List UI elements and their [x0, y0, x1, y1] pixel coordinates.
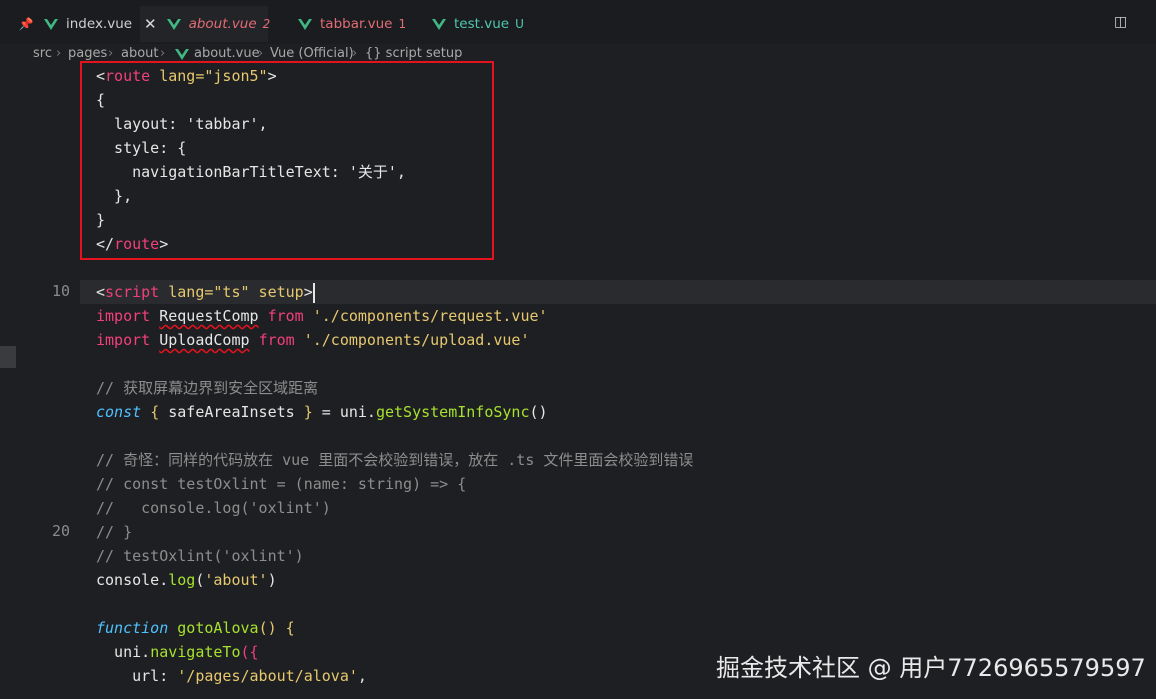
code-comment: // testOxlint('oxlint') — [96, 547, 304, 565]
close-icon[interactable]: ✕ — [144, 15, 157, 33]
code-line: import RequestComp from './components/re… — [96, 307, 548, 325]
annotation-box — [80, 61, 494, 260]
watermark: 掘金技术社区 @ 用户7726965579597 — [716, 654, 1146, 682]
split-editor-icon[interactable]: ◫ — [1114, 14, 1130, 30]
breadcrumb-about-vue[interactable]: about.vue — [194, 46, 260, 61]
vue-file-icon — [175, 49, 189, 60]
breadcrumb-src[interactable]: src — [33, 46, 52, 61]
text-cursor — [312, 282, 315, 303]
code-line: console.log('about') — [96, 571, 277, 589]
line-number: 10 — [51, 282, 70, 300]
tab-tabbar-vue[interactable]: tabbar.vue 1 — [278, 6, 408, 42]
code-line: url: '/pages/about/alova', — [96, 667, 367, 685]
tab-about-vue[interactable]: ✕ about.vue 2 — [140, 6, 270, 42]
tab-test-vue[interactable]: test.vue U — [412, 6, 532, 42]
tab-index-vue[interactable]: 📌 index.vue — [0, 6, 140, 42]
code-comment: // } — [96, 523, 133, 541]
code-comment: // const testOxlint = (name: string) => … — [96, 475, 467, 493]
gutter-change-marker — [0, 346, 16, 368]
vue-file-icon — [44, 18, 58, 30]
code-line: uni.navigateTo({ — [96, 643, 259, 661]
code-comment: // 奇怪：同样的代码放在 vue 里面不会校验到错误，放在 .ts 文件里面会… — [96, 451, 694, 469]
code-line: const { safeAreaInsets } = uni.getSystem… — [96, 403, 548, 421]
code-comment: // console.log('oxlint') — [96, 499, 331, 517]
breadcrumb-about[interactable]: about — [121, 46, 159, 61]
code-line: import UploadComp from './components/upl… — [96, 331, 530, 349]
code-line: <script lang="ts" setup> — [96, 282, 315, 303]
vue-file-icon — [432, 18, 446, 30]
vue-file-icon — [298, 18, 312, 30]
vue-file-icon — [166, 18, 181, 30]
breadcrumb-script-setup[interactable]: {} script setup — [365, 46, 462, 61]
editor-tab-bar: 📌 index.vue ✕ about.vue 2 tabbar.vue 1 t… — [0, 0, 1156, 45]
code-line: function gotoAlova() { — [96, 619, 295, 637]
line-number: 20 — [51, 522, 70, 540]
breadcrumb-vue-official[interactable]: Vue (Official) — [270, 46, 354, 61]
code-comment: // 获取屏幕边界到安全区域距离 — [96, 379, 319, 397]
line-number-gutter: 10 20 — [0, 64, 80, 699]
breadcrumb-pages[interactable]: pages — [68, 46, 107, 61]
pin-icon[interactable]: 📌 — [18, 17, 34, 31]
